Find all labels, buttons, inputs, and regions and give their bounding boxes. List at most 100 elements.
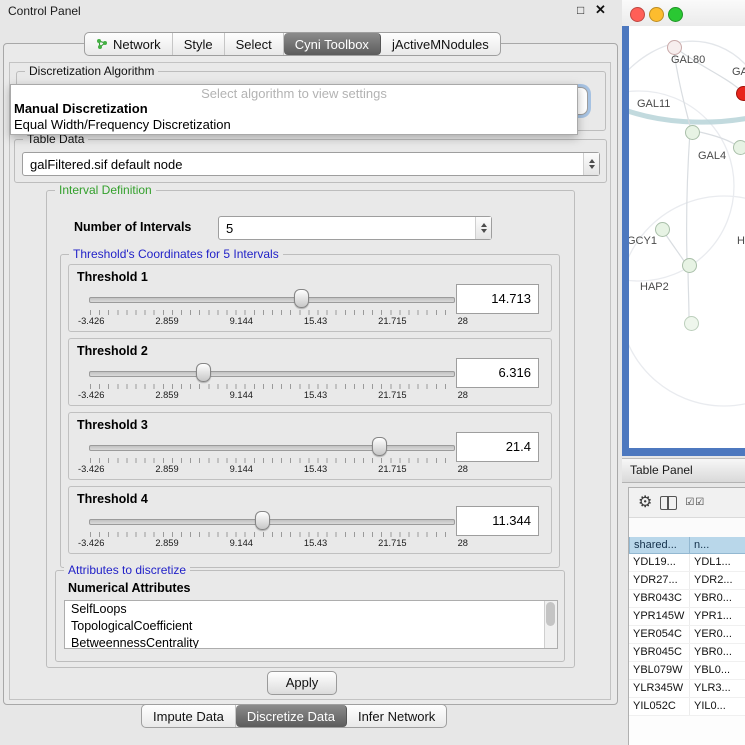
table-header-row: shared... n...: [629, 537, 745, 554]
tick-label: 21.715: [378, 316, 406, 326]
table-row[interactable]: YDL19...YDL1...: [629, 554, 745, 572]
slider-thumb[interactable]: [372, 437, 387, 456]
node-table-body: YDL19...YDL1...YDR27...YDR2...YBR043CYBR…: [629, 554, 745, 716]
zoom-traffic-light-icon[interactable]: [668, 7, 683, 22]
table-cell: YLR345W: [629, 680, 690, 697]
tab-discretize-data[interactable]: Discretize Data: [236, 705, 347, 727]
stepper-icon[interactable]: [583, 153, 599, 175]
network-node[interactable]: [685, 125, 700, 140]
algorithm-option[interactable]: Manual Discretization: [11, 101, 577, 117]
network-node[interactable]: [736, 86, 745, 101]
select-checkboxes-icon[interactable]: ☑☑: [685, 497, 705, 508]
threshold-value-field[interactable]: 21.4: [456, 432, 539, 462]
tab-style[interactable]: Style: [173, 33, 225, 55]
tab-network[interactable]: Network: [85, 33, 173, 55]
list-scrollbar[interactable]: [544, 601, 557, 648]
tick-label: 9.144: [230, 316, 253, 326]
slider-track[interactable]: [89, 371, 455, 377]
threshold-1-box: Threshold 1 -3.4262.8599.14415.4321.7152…: [68, 264, 552, 332]
apply-button[interactable]: Apply: [267, 671, 337, 695]
network-node-label: GAL11: [637, 98, 670, 110]
threshold-value-field[interactable]: 11.344: [456, 506, 539, 536]
minimize-traffic-light-icon[interactable]: [649, 7, 664, 22]
table-cell: YIL052C: [629, 698, 690, 715]
network-node-label: GAL80: [671, 54, 705, 66]
threshold-3-box: Threshold 3 -3.4262.8599.14415.4321.7152…: [68, 412, 552, 480]
group-label: Threshold's Coordinates for 5 Intervals: [69, 247, 283, 261]
tab-jactivemnodules[interactable]: jActiveMNodules: [381, 33, 500, 55]
table-row[interactable]: YPR145WYPR1...: [629, 608, 745, 626]
slider-track[interactable]: [89, 519, 455, 525]
scrollbar-thumb[interactable]: [546, 602, 555, 626]
table-cell: YBR0...: [690, 644, 745, 661]
tab-impute-data[interactable]: Impute Data: [142, 705, 236, 727]
tab-label: Network: [113, 37, 161, 52]
close-traffic-light-icon[interactable]: [630, 7, 645, 22]
tab-select[interactable]: Select: [225, 33, 284, 55]
table-row[interactable]: YER054CYER0...: [629, 626, 745, 644]
attribute-item[interactable]: TopologicalCoefficient: [65, 618, 557, 635]
table-cell: YDR2...: [690, 572, 745, 589]
tab-label: Style: [184, 37, 213, 52]
threshold-value-field[interactable]: 14.713: [456, 284, 539, 314]
table-cell: YDL1...: [690, 554, 745, 571]
gear-icon[interactable]: ⚙: [638, 495, 652, 511]
columns-icon[interactable]: [660, 496, 677, 510]
numerical-attributes-listbox[interactable]: SelfLoopsTopologicalCoefficientBetweenne…: [64, 600, 558, 649]
attribute-item[interactable]: BetweennessCentrality: [65, 635, 557, 649]
tab-infer-network[interactable]: Infer Network: [347, 705, 446, 727]
algorithm-option[interactable]: Equal Width/Frequency Discretization: [11, 117, 577, 133]
network-icon: [96, 38, 108, 50]
table-cell: YDL19...: [629, 554, 690, 571]
table-row[interactable]: YBR045CYBR0...: [629, 644, 745, 662]
network-window-titlebar: [622, 0, 745, 26]
table-row[interactable]: YBR043CYBR0...: [629, 590, 745, 608]
attribute-item[interactable]: SelfLoops: [65, 601, 557, 618]
table-cell: YBR045C: [629, 644, 690, 661]
threshold-value-field[interactable]: 6.316: [456, 358, 539, 388]
table-panel-title: Table Panel: [630, 463, 693, 477]
numerical-attributes-list: SelfLoopsTopologicalCoefficientBetweenne…: [65, 601, 557, 649]
tick-labels: -3.4262.8599.14415.4321.71528: [78, 390, 468, 400]
slider-ticks: [90, 310, 454, 315]
network-node[interactable]: [655, 222, 670, 237]
slider-thumb[interactable]: [255, 511, 270, 530]
slider-track[interactable]: [89, 445, 455, 451]
stepper-icon[interactable]: [475, 217, 491, 239]
float-window-icon[interactable]: □: [577, 3, 584, 17]
number-of-intervals-combobox[interactable]: 5: [218, 216, 492, 240]
attributes-group: Attributes to discretize Numerical Attri…: [55, 570, 565, 662]
tab-cyni-toolbox[interactable]: Cyni Toolbox: [284, 33, 381, 55]
network-canvas[interactable]: GAL80GAGAL11GAL4GCY1HHAP2: [629, 26, 745, 448]
slider-track[interactable]: [89, 297, 455, 303]
column-header[interactable]: n...: [690, 537, 745, 554]
table-row[interactable]: YDR27...YDR2...: [629, 572, 745, 590]
table-row[interactable]: YLR345WYLR3...: [629, 680, 745, 698]
network-node[interactable]: [733, 140, 745, 155]
network-node[interactable]: [684, 316, 699, 331]
tick-label: -3.426: [78, 390, 104, 400]
table-cell: YPR1...: [690, 608, 745, 625]
slider-thumb[interactable]: [196, 363, 211, 382]
table-cell: YBR043C: [629, 590, 690, 607]
tick-label: -3.426: [78, 316, 104, 326]
table-row[interactable]: YIL052CYIL0...: [629, 698, 745, 716]
tick-label: 2.859: [155, 538, 178, 548]
close-window-icon[interactable]: ✕: [595, 2, 606, 18]
threshold-label: Threshold 4: [77, 492, 148, 506]
column-header[interactable]: shared...: [629, 537, 690, 554]
table-cell: YDR27...: [629, 572, 690, 589]
table-data-combobox[interactable]: galFiltered.sif default node: [22, 152, 600, 176]
threshold-2-box: Threshold 2 -3.4262.8599.14415.4321.7152…: [68, 338, 552, 406]
threshold-label: Threshold 3: [77, 418, 148, 432]
tick-label: 15.43: [304, 464, 327, 474]
network-node[interactable]: [667, 40, 682, 55]
group-label: Attributes to discretize: [64, 563, 190, 577]
threshold-slider: -3.4262.8599.14415.4321.71528: [89, 436, 455, 476]
table-row[interactable]: YBL079WYBL0...: [629, 662, 745, 680]
slider-thumb[interactable]: [294, 289, 309, 308]
node-table: ⚙ ☑☑ shared... n... YDL19...YDL1...YDR27…: [628, 487, 745, 745]
network-node[interactable]: [682, 258, 697, 273]
tab-label: Discretize Data: [247, 709, 335, 724]
table-cell: YBL0...: [690, 662, 745, 679]
